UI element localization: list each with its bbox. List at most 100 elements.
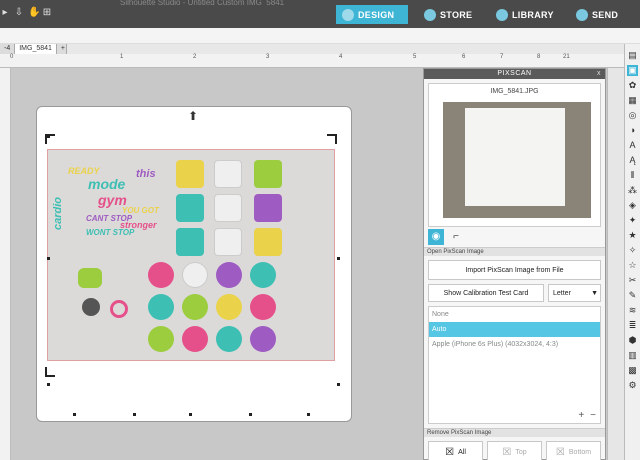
sticker-column — [214, 160, 242, 256]
trace-icon[interactable]: ✦ — [627, 215, 638, 226]
sketch-icon[interactable]: ✎ — [627, 290, 638, 301]
grid-icon[interactable]: ⊞ — [42, 8, 52, 18]
paper-size-select[interactable]: Letter ▼ — [548, 284, 601, 302]
document-tabs: -4 IMG_5841 + — [0, 44, 640, 54]
add-camera-button[interactable]: + — [578, 410, 584, 421]
nav-send-tab[interactable]: SEND — [570, 5, 634, 24]
remove-bottom-icon: ☒ — [555, 446, 565, 458]
dot-row — [148, 326, 276, 352]
camera-mode-icon[interactable]: ◉ — [428, 229, 444, 245]
text-style-icon[interactable]: A — [627, 140, 638, 151]
top-bar: Silhouette Studio - Untitled Custom IMG_… — [0, 0, 640, 28]
star-icon[interactable]: ★ — [627, 230, 638, 241]
preview-filename: IMG_5841.JPG — [490, 88, 539, 95]
text-path-icon[interactable]: Ą — [627, 155, 638, 166]
camera-item-iphone[interactable]: Apple (iPhone 6s Plus) (4032x3024, 4:3) — [429, 337, 600, 352]
remove-section-label: Remove PixScan Image — [424, 428, 605, 437]
chevron-down-icon: ▼ — [591, 289, 598, 297]
remove-all-button[interactable]: ☒ All — [428, 441, 483, 460]
remove-top-button[interactable]: ☒ Top — [487, 441, 542, 460]
design-grid-icon — [342, 8, 354, 21]
align-icon[interactable]: ⫴ — [627, 170, 638, 181]
paper-size-value: Letter — [553, 289, 571, 297]
selection-handle[interactable] — [73, 413, 76, 416]
remove-all-icon: ☒ — [445, 446, 455, 458]
dot-green — [182, 294, 208, 320]
transparency-icon[interactable]: ◑ — [627, 125, 638, 136]
selection-handle[interactable] — [47, 135, 50, 138]
dot-pink — [250, 294, 276, 320]
pixscan-preview: IMG_5841.JPG — [428, 83, 601, 227]
photo-text-cardio: cardio — [52, 196, 64, 230]
remove-all-label: All — [458, 448, 466, 456]
nav-store-label: STORE — [440, 9, 473, 20]
cutting-mat[interactable]: ⬆ cardio READY mode gym CANT STOP WONT S… — [36, 106, 352, 422]
selection-handle[interactable] — [249, 413, 252, 416]
nav-store-tab[interactable]: STORE — [418, 5, 488, 24]
photo-text-you-got: YOU GOT — [122, 206, 159, 215]
outline-star-icon[interactable]: ☆ — [627, 260, 638, 271]
selection-handle[interactable] — [337, 383, 340, 386]
sneaker-sticker — [78, 268, 102, 288]
ruler-tick: 2 — [193, 54, 197, 60]
sticker-teal — [176, 228, 204, 256]
nesting-icon[interactable]: ▥ — [627, 350, 638, 361]
add-tab-button[interactable]: + — [56, 44, 67, 54]
camera-item-none[interactable]: None — [429, 307, 600, 322]
registration-mark — [45, 367, 55, 377]
camera-item-auto[interactable]: Auto — [429, 322, 600, 337]
sticker-yellow — [176, 160, 204, 188]
dot-purple — [250, 326, 276, 352]
preview-thumbnail — [443, 102, 591, 218]
arrow-down-icon[interactable]: ⇩ — [14, 8, 24, 18]
pixscan-mode-row: ◉ ⌐ — [424, 227, 605, 247]
dot-yellow — [216, 294, 242, 320]
scanner-mode-icon[interactable]: ⌐ — [450, 231, 462, 243]
vertical-ruler — [0, 68, 11, 460]
sticker-column — [254, 160, 282, 256]
remove-camera-button[interactable]: − — [590, 410, 596, 421]
pixscan-icon[interactable]: ▣ — [627, 65, 638, 76]
dot-teal — [216, 326, 242, 352]
fill-color-icon[interactable]: ✿ — [627, 80, 638, 91]
selection-handle[interactable] — [133, 413, 136, 416]
dot-white — [182, 262, 208, 288]
selection-handle[interactable] — [47, 383, 50, 386]
selection-handle[interactable] — [189, 413, 192, 416]
import-pixscan-button[interactable]: Import PixScan Image from File — [428, 260, 601, 280]
nav-design-tab[interactable]: DESIGN — [336, 5, 408, 24]
open-section-label: Open PixScan Image — [424, 247, 605, 256]
pixscan-photo[interactable]: cardio READY mode gym CANT STOP WONT STO… — [47, 149, 335, 361]
library-icon[interactable]: ▩ — [627, 365, 638, 376]
settings-gear-icon[interactable]: ⚙ — [627, 380, 638, 391]
panel-close-button[interactable]: x — [597, 69, 601, 79]
ring-sticker — [110, 300, 128, 318]
show-calibration-button[interactable]: Show Calibration Test Card — [428, 284, 544, 302]
dot-green — [148, 326, 174, 352]
page-setup-icon[interactable]: ▤ — [627, 50, 638, 61]
nav-design-label: DESIGN — [358, 9, 395, 20]
pointer-icon[interactable]: ▸ — [0, 8, 10, 18]
hand-icon[interactable]: ✋ — [28, 8, 40, 18]
ruler-tick: 4 — [339, 54, 343, 60]
selection-handle[interactable] — [47, 257, 50, 260]
3d-icon[interactable]: ⬢ — [627, 335, 638, 346]
nav-library-tab[interactable]: LIBRARY — [490, 5, 560, 24]
tab-img-5841[interactable]: IMG_5841 — [15, 44, 57, 54]
replicate-icon[interactable]: ⁂ — [627, 185, 638, 196]
dot-row — [148, 294, 276, 320]
stack-icon[interactable]: ≣ — [627, 320, 638, 331]
remove-bottom-button[interactable]: ☒ Bottom — [546, 441, 601, 460]
ruler-tick: 0 — [10, 54, 14, 60]
layers-icon[interactable]: ≋ — [627, 305, 638, 316]
selection-handle[interactable] — [337, 257, 340, 260]
knife-icon[interactable]: ✂ — [627, 275, 638, 286]
line-style-icon[interactable]: ▦ — [627, 95, 638, 106]
panel-scrollbar[interactable] — [607, 68, 624, 460]
tab-previous[interactable]: -4 — [0, 44, 16, 54]
offset-icon[interactable]: ◎ — [627, 110, 638, 121]
modify-icon[interactable]: ◈ — [627, 200, 638, 211]
photo-text-this: this — [136, 168, 156, 180]
sparkle-icon[interactable]: ✧ — [627, 245, 638, 256]
selection-handle[interactable] — [307, 413, 310, 416]
